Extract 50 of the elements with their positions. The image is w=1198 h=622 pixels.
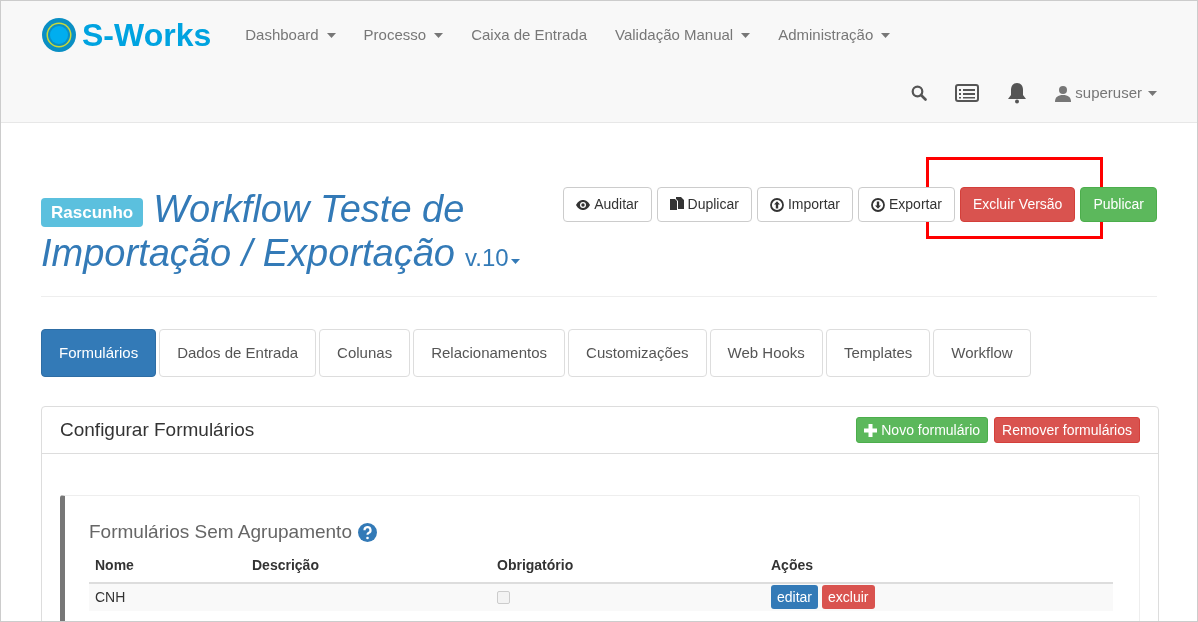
list-icon[interactable] [955, 84, 980, 102]
action-button[interactable]: Excluir Versão [959, 187, 1076, 222]
status-badge: Rascunho [41, 198, 144, 227]
nav-link[interactable]: Administração [764, 23, 905, 47]
caret-icon [1148, 90, 1157, 96]
column-header: Descrição [246, 548, 491, 583]
nav-link[interactable]: Caixa de Entrada [457, 23, 602, 47]
column-header: Ações [765, 548, 1113, 583]
panel-button[interactable]: Remover formulários [994, 417, 1140, 443]
copy-icon [669, 197, 684, 212]
user-icon [1055, 84, 1072, 102]
brand-name[interactable]: S-Works [82, 19, 212, 51]
nav-link[interactable]: Dashboard [231, 23, 350, 47]
logo-icon [41, 17, 77, 53]
tab[interactable]: Web Hooks [709, 329, 823, 377]
column-header: Obrigatório [491, 548, 765, 583]
action-button[interactable]: Auditar [563, 187, 652, 222]
tab[interactable]: Dados de Entrada [159, 329, 317, 377]
table-cell: CNH [95, 588, 126, 605]
checkbox[interactable] [497, 591, 510, 605]
download-circle-icon [871, 197, 885, 212]
user-menu[interactable]: superuser [1055, 81, 1157, 105]
workflow-title: Workflow Teste de [153, 188, 465, 230]
action-button[interactable]: Importar [756, 187, 853, 222]
plus-icon [864, 423, 878, 437]
edit-button[interactable]: editar [771, 585, 819, 609]
search-icon[interactable] [911, 85, 928, 101]
panel-button[interactable]: Novo formulário [856, 417, 989, 443]
action-button[interactable]: Publicar [1080, 187, 1157, 222]
nav-link[interactable]: Processo [349, 23, 458, 47]
action-button[interactable]: Duplicar [656, 187, 752, 222]
tab[interactable]: Templates [825, 329, 931, 377]
nav-link[interactable]: Validação Manual [601, 23, 765, 47]
tab[interactable]: Relacionamentos [413, 329, 566, 377]
action-button[interactable]: Exportar [858, 187, 955, 222]
column-header: Nome [89, 548, 246, 583]
tab[interactable]: Workflow [933, 329, 1031, 377]
group-title: Formulários Sem Agrupamento [89, 520, 352, 544]
panel-title: Configurar Formulários [60, 417, 255, 442]
tab[interactable]: Formulários [41, 329, 157, 377]
tab[interactable]: Customizações [568, 329, 707, 377]
workflow-title: Importação / Exportação [41, 232, 455, 274]
upload-circle-icon [769, 197, 784, 212]
caret-icon [510, 258, 520, 264]
help-icon[interactable] [357, 522, 377, 542]
eye-icon [576, 199, 591, 210]
version-dropdown[interactable]: v.10 [465, 236, 520, 280]
tab[interactable]: Colunas [319, 329, 411, 377]
bell-icon[interactable] [1007, 82, 1028, 104]
delete-button[interactable]: excluir [822, 585, 875, 609]
